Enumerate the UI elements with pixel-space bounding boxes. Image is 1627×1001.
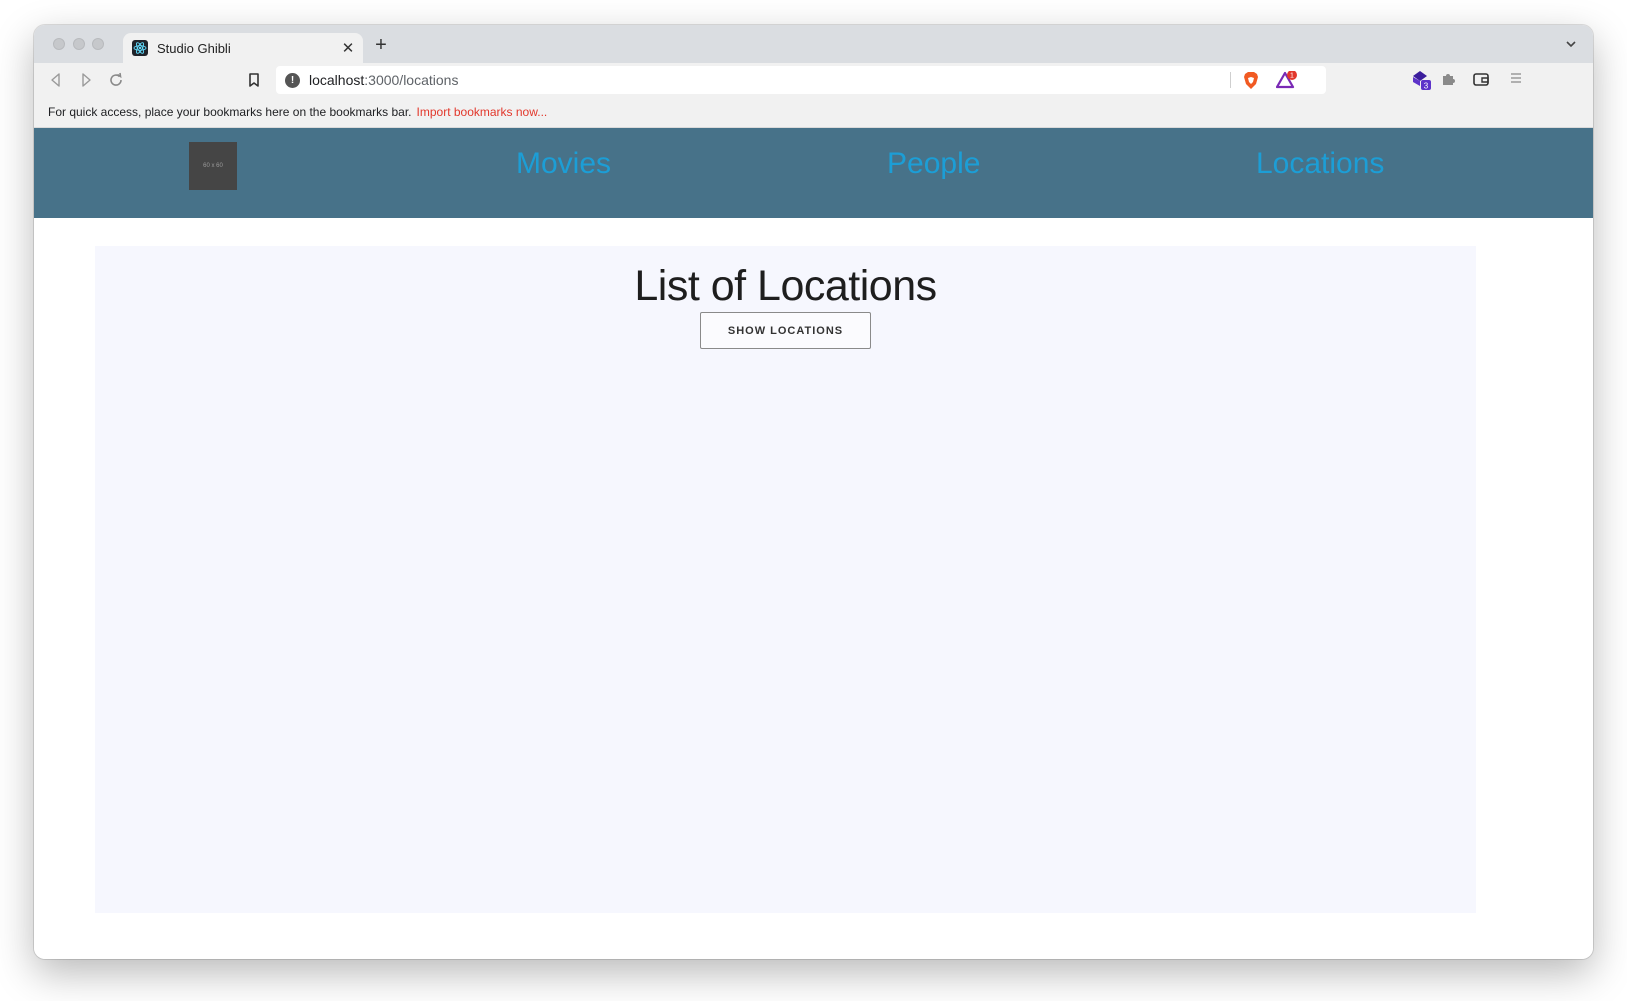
- site-header: 60 x 60 Movies People Locations: [34, 128, 1593, 218]
- new-tab-button[interactable]: +: [369, 34, 393, 57]
- brave-rewards-icon[interactable]: 1: [1275, 70, 1298, 95]
- brave-shields-icon[interactable]: [1242, 71, 1260, 95]
- logo-placeholder[interactable]: 60 x 60: [189, 142, 237, 190]
- rewards-badge: 1: [1290, 73, 1294, 80]
- nav-link-movies[interactable]: Movies: [516, 147, 611, 181]
- close-tab-icon[interactable]: ✕: [337, 39, 359, 57]
- chevron-down-icon[interactable]: [1565, 37, 1577, 55]
- extension-badge: 3: [1424, 82, 1429, 91]
- forward-button[interactable]: [77, 71, 95, 89]
- wallet-icon[interactable]: [1472, 71, 1490, 92]
- bookmark-icon[interactable]: [245, 71, 263, 89]
- tab-title: Studio Ghibli: [157, 40, 231, 56]
- url-host: localhost: [309, 72, 365, 88]
- window-zoom-control[interactable]: [92, 38, 104, 50]
- page-viewport: 60 x 60 Movies People Locations List of …: [34, 128, 1593, 959]
- show-locations-button[interactable]: SHOW LOCATIONS: [700, 312, 871, 349]
- extension-icon[interactable]: 3: [1410, 69, 1434, 96]
- site-info-icon[interactable]: !: [285, 72, 300, 88]
- hamburger-menu-icon[interactable]: [1509, 71, 1523, 90]
- puzzle-icon[interactable]: [1440, 71, 1456, 92]
- import-bookmarks-link[interactable]: Import bookmarks now...: [417, 105, 548, 119]
- tab-studio-ghibli[interactable]: Studio Ghibli ✕: [123, 33, 363, 63]
- window-minimize-control[interactable]: [73, 38, 85, 50]
- url-divider: [1230, 72, 1231, 88]
- logo-text: 60 x 60: [203, 163, 223, 169]
- browser-window: Studio Ghibli ✕ + ! localhost:3000/locat…: [34, 25, 1593, 959]
- page-title: List of Locations: [634, 262, 937, 310]
- main-content-panel: List of Locations SHOW LOCATIONS: [95, 246, 1476, 913]
- react-icon: [132, 40, 148, 56]
- address-bar[interactable]: ! localhost:3000/locations 1: [276, 66, 1326, 94]
- url-text: localhost:3000/locations: [309, 72, 458, 88]
- bookmarks-bar: For quick access, place your bookmarks h…: [34, 97, 1593, 128]
- nav-link-locations[interactable]: Locations: [1256, 147, 1384, 181]
- browser-toolbar: ! localhost:3000/locations 1 3: [34, 63, 1593, 97]
- window-close-control[interactable]: [53, 38, 65, 50]
- reload-button[interactable]: [107, 71, 125, 89]
- tab-strip: Studio Ghibli ✕ +: [34, 25, 1593, 63]
- nav-link-people[interactable]: People: [887, 147, 980, 181]
- back-button[interactable]: [47, 71, 65, 89]
- bookmarks-bar-message: For quick access, place your bookmarks h…: [48, 105, 412, 119]
- url-path: :3000/locations: [364, 72, 459, 88]
